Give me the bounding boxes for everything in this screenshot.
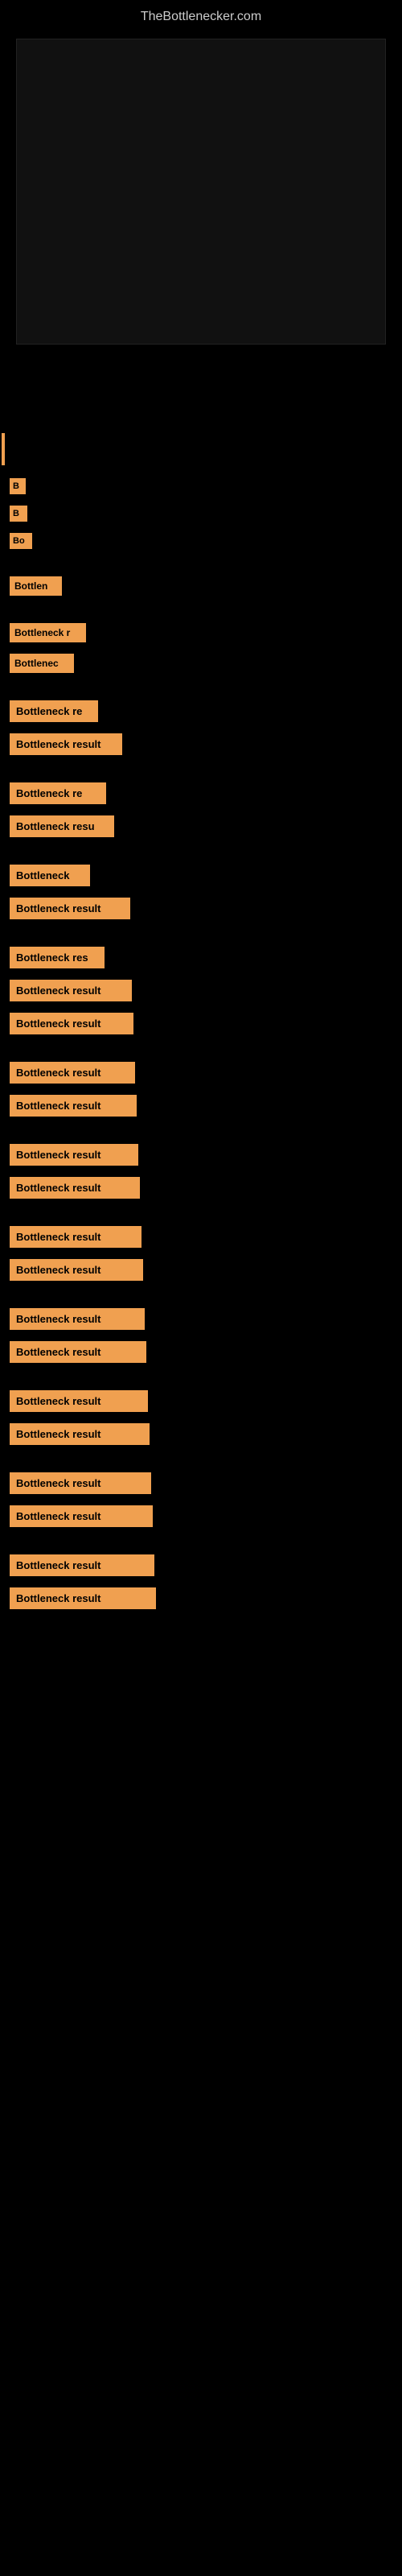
result-row: Bottleneck result — [3, 1501, 399, 1532]
result-row: Bottleneck result — [3, 1090, 399, 1121]
sidebar-bar-1 — [2, 433, 5, 465]
sidebar-indicator-1 — [0, 425, 402, 473]
result-row: Bottlenec — [3, 649, 399, 678]
result-row: B — [3, 501, 399, 526]
title-text: TheBottlenecker.com — [0, 0, 402, 31]
result-label: Bottleneck resu — [10, 815, 114, 837]
results-container: B B Bo Bottlen Bottleneck r Bottlenec Bo… — [0, 473, 402, 1614]
result-row: Bottleneck result — [3, 975, 399, 1006]
result-label: Bottleneck result — [10, 1095, 137, 1117]
result-row: Bottleneck re — [3, 778, 399, 809]
result-label: Bottleneck result — [10, 1062, 135, 1084]
result-row: Bottleneck result — [3, 1468, 399, 1499]
result-row: Bottleneck r — [3, 618, 399, 647]
result-label: Bottleneck — [10, 865, 90, 886]
result-label: Bottleneck result — [10, 1341, 146, 1363]
result-label: Bottleneck result — [10, 898, 130, 919]
result-row: Bottleneck result — [3, 1254, 399, 1286]
result-label: Bottlen — [10, 576, 62, 596]
result-row: Bottleneck result — [3, 1583, 399, 1614]
result-label: Bottleneck result — [10, 1472, 151, 1494]
result-label: Bottleneck result — [10, 1505, 153, 1527]
result-label: Bottleneck re — [10, 700, 98, 722]
result-label: Bo — [10, 533, 32, 549]
site-title: TheBottlenecker.com — [0, 0, 402, 31]
result-row: Bottleneck result — [3, 1303, 399, 1335]
result-label: Bottleneck result — [10, 1308, 145, 1330]
result-label: B — [10, 478, 26, 494]
result-label: Bottleneck re — [10, 782, 106, 804]
row-gap — [3, 762, 399, 778]
result-row: B — [3, 473, 399, 499]
result-label: Bottleneck result — [10, 1144, 138, 1166]
result-row: Bottlen — [3, 572, 399, 601]
result-row: Bottleneck result — [3, 729, 399, 760]
result-row: Bottleneck res — [3, 942, 399, 973]
result-label: Bottleneck result — [10, 1423, 150, 1445]
result-row: Bottleneck result — [3, 1221, 399, 1253]
row-gap — [3, 1451, 399, 1468]
result-row: Bottleneck result — [3, 1139, 399, 1170]
result-label: Bottleneck result — [10, 980, 132, 1001]
row-gap — [3, 844, 399, 860]
result-row: Bottleneck result — [3, 1418, 399, 1450]
row-gap — [3, 1369, 399, 1385]
row-gap — [3, 1041, 399, 1057]
section-gap — [0, 377, 402, 425]
row-gap — [3, 1287, 399, 1303]
chart-inner — [16, 39, 386, 345]
result-row: Bottleneck result — [3, 1336, 399, 1368]
row-gap — [3, 926, 399, 942]
result-label: Bottleneck result — [10, 733, 122, 755]
result-row: Bottleneck result — [3, 1057, 399, 1088]
row-gap — [3, 602, 399, 618]
result-row: Bottleneck result — [3, 893, 399, 924]
result-label: Bottleneck result — [10, 1587, 156, 1609]
result-row: Bottleneck result — [3, 1385, 399, 1417]
result-label: Bottleneck res — [10, 947, 105, 968]
result-label: Bottleneck result — [10, 1390, 148, 1412]
result-label: B — [10, 506, 27, 522]
result-row: Bo — [3, 528, 399, 554]
result-row: Bottleneck result — [3, 1008, 399, 1039]
result-label: Bottleneck result — [10, 1177, 140, 1199]
chart-area — [0, 39, 402, 377]
row-gap — [3, 1123, 399, 1139]
result-label: Bottleneck result — [10, 1554, 154, 1576]
result-label: Bottleneck result — [10, 1259, 143, 1281]
result-label: Bottlenec — [10, 654, 74, 673]
result-row: Bottleneck result — [3, 1172, 399, 1203]
result-row: Bottleneck — [3, 860, 399, 891]
result-label: Bottleneck result — [10, 1226, 142, 1248]
result-row: Bottleneck resu — [3, 811, 399, 842]
row-gap — [3, 555, 399, 572]
row-gap — [3, 679, 399, 696]
result-label: Bottleneck r — [10, 623, 86, 642]
result-label: Bottleneck result — [10, 1013, 133, 1034]
result-row: Bottleneck result — [3, 1550, 399, 1581]
row-gap — [3, 1205, 399, 1221]
result-row: Bottleneck re — [3, 696, 399, 727]
row-gap — [3, 1534, 399, 1550]
